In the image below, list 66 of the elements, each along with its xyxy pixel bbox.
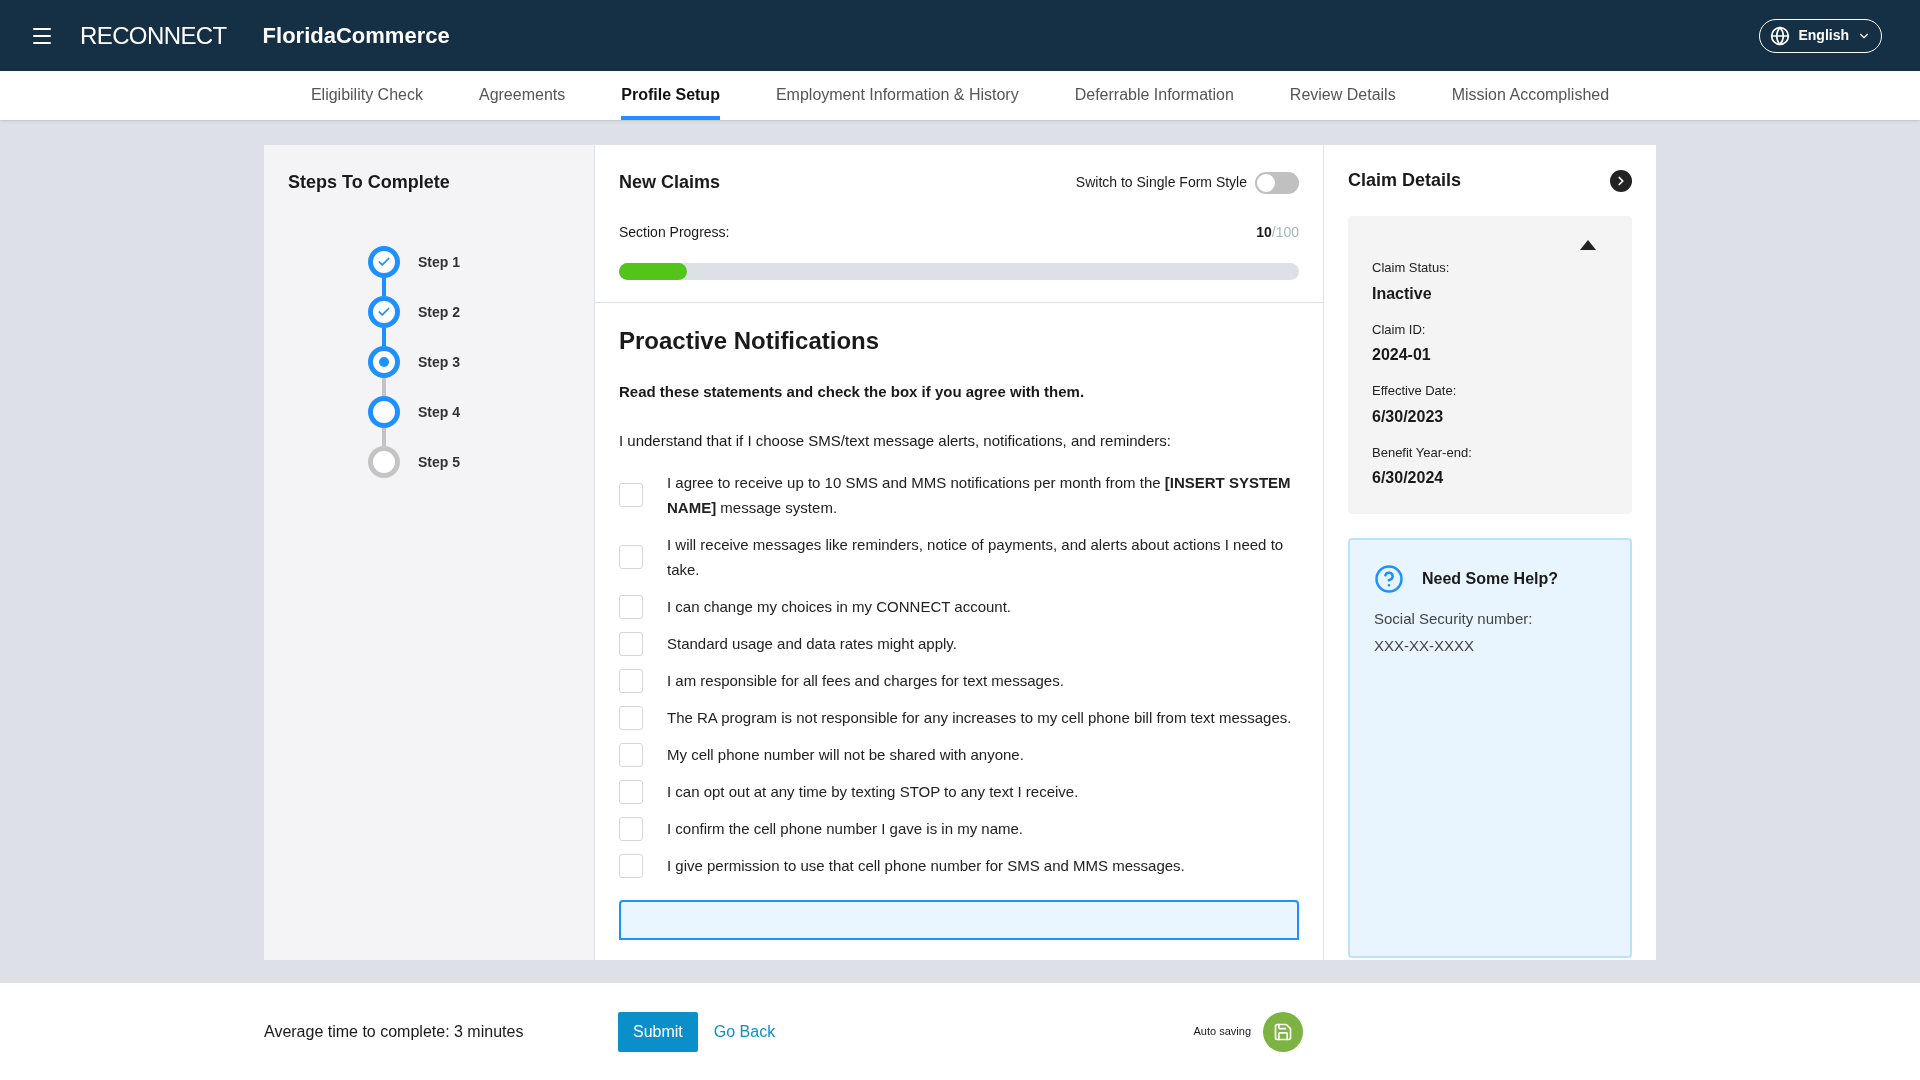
step-tab[interactable]: Eligibility Check bbox=[310, 71, 423, 120]
field-label: Claim Status: bbox=[1372, 259, 1451, 277]
collapse-toggle[interactable] bbox=[1580, 240, 1596, 250]
progress-label: Section Progress: bbox=[619, 223, 730, 242]
submit-button[interactable]: Submit bbox=[618, 1011, 698, 1052]
checkbox[interactable] bbox=[619, 705, 643, 730]
field-label: Claim ID: bbox=[1372, 320, 1427, 339]
checkbox[interactable] bbox=[619, 545, 643, 569]
checkbox[interactable] bbox=[619, 483, 643, 507]
form-style-toggle[interactable] bbox=[1255, 171, 1299, 194]
checkbox[interactable] bbox=[619, 779, 643, 804]
field-label: Effective Date: bbox=[1372, 382, 1458, 400]
statement-text: I confirm the cell phone number I gave is in my name. bbox=[667, 819, 1023, 839]
step-label: Step 5 bbox=[418, 452, 460, 472]
help-title: Need Some Help? bbox=[1422, 569, 1559, 589]
statement-text: The RA program is not responsible for any increases to my cell phone bill from text messages. bbox=[667, 708, 1292, 728]
statement-text: I give permission to use that cell phone number for SMS and MMS messages. bbox=[667, 856, 1185, 876]
help-icon bbox=[1374, 564, 1404, 594]
field-value: 2024-01 bbox=[1372, 345, 1432, 365]
time-estimate: Average time to complete: 3 minutes bbox=[264, 1021, 525, 1042]
statement-text: I agree to receive up to 10 SMS and MMS notifications per month from the [INSERT SYSTEM NAME] message system. bbox=[667, 473, 1292, 518]
statement-text: My cell phone number will not be shared with anyone. bbox=[667, 745, 1024, 765]
step-label: Step 4 bbox=[418, 402, 460, 422]
statement-text: I will receive messages like reminders, notice of payments, and alerts about actions I need to take. bbox=[667, 535, 1285, 580]
field-label: Benefit Year-end: bbox=[1372, 443, 1473, 462]
statement-text: I can opt out at any time by texting STOP to any text I receive. bbox=[667, 782, 1079, 802]
field-value: Inactive bbox=[1372, 283, 1433, 304]
autosave-label: Auto saving bbox=[1193, 1024, 1251, 1040]
toggle-label: Switch to Single Form Style bbox=[1075, 173, 1247, 192]
go-back-link[interactable]: Go Back bbox=[713, 1019, 776, 1044]
progress-reading: 10/100 bbox=[1256, 223, 1299, 242]
intro-text: I understand that if I choose SMS/text message alerts, notifications, and reminders: bbox=[619, 430, 1172, 451]
help-label: Social Security number: bbox=[1374, 609, 1534, 629]
step-tab[interactable]: Mission Accomplished bbox=[1451, 71, 1610, 120]
checkbox[interactable] bbox=[619, 594, 643, 619]
check-icon bbox=[377, 255, 391, 269]
globe-icon bbox=[1770, 25, 1791, 46]
checkbox[interactable] bbox=[619, 631, 643, 656]
step-label: Step 3 bbox=[418, 352, 460, 372]
checkbox[interactable] bbox=[619, 742, 643, 767]
step-label: Step 2 bbox=[418, 302, 460, 322]
field-value: 6/30/2023 bbox=[1372, 406, 1445, 427]
step-tab[interactable]: Review Details bbox=[1289, 71, 1396, 120]
brand-name: FloridaCommerce bbox=[262, 22, 450, 50]
statement-text: I am responsible for all fees and charges for text messages. bbox=[667, 671, 1064, 691]
checkbox[interactable] bbox=[619, 816, 643, 841]
step-tab[interactable]: Profile Setup bbox=[621, 71, 720, 120]
form-title: New Claims bbox=[619, 171, 721, 194]
check-icon bbox=[377, 305, 391, 319]
save-icon bbox=[1263, 1011, 1303, 1052]
step-tab[interactable]: Employment Information & History bbox=[775, 71, 1019, 120]
section-title: Proactive Notifications bbox=[619, 326, 881, 356]
step-tab[interactable]: Deferrable Information bbox=[1074, 71, 1234, 120]
next-button[interactable] bbox=[1610, 169, 1632, 192]
checkbox[interactable] bbox=[619, 668, 643, 693]
step-label: Step 1 bbox=[418, 252, 460, 272]
panel-title: Claim Details bbox=[1348, 169, 1462, 192]
panel-title: Steps To Complete bbox=[288, 171, 451, 194]
logo: RECONNECT bbox=[80, 20, 227, 51]
instruction-text: Read these statements and check the box if you agree with them. bbox=[619, 382, 1086, 402]
checkbox[interactable] bbox=[619, 853, 643, 878]
field-value: 6/30/2024 bbox=[1372, 468, 1445, 488]
help-value: XXX-XX-XXXX bbox=[1374, 635, 1476, 656]
statement-text: I can change my choices in my CONNECT account. bbox=[667, 597, 1012, 617]
step-tab[interactable]: Agreements bbox=[478, 71, 566, 120]
statement-text: Standard usage and data rates might apply. bbox=[667, 634, 957, 654]
